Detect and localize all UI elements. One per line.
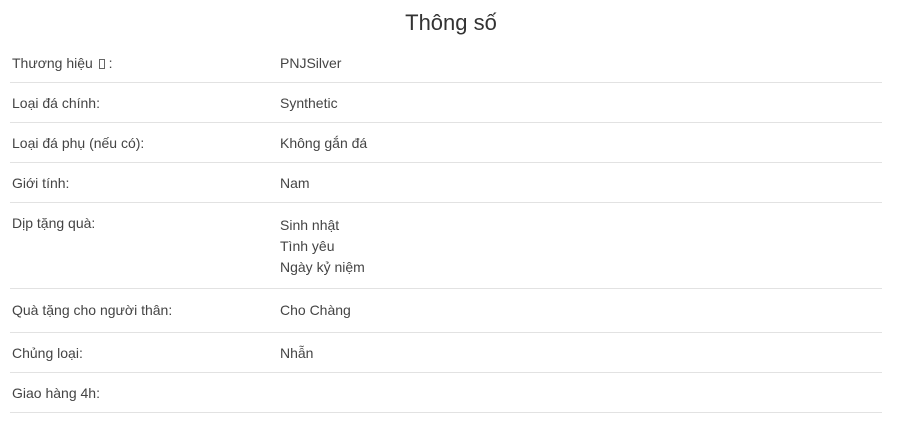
- occasion-item: Ngày kỷ niệm: [280, 259, 365, 275]
- spec-label-gift-for: Quà tặng cho người thân:: [12, 302, 173, 318]
- page-title: Thông số: [405, 10, 497, 35]
- spec-label-main-stone: Loại đá chính:: [12, 95, 100, 111]
- spec-row-delivery: Giao hàng 4h:: [10, 373, 882, 413]
- spec-label-occasion: Dịp tặng quà:: [12, 215, 96, 231]
- spec-value-brand: PNJSilver: [280, 55, 342, 71]
- spec-label-gender: Giới tính:: [12, 175, 70, 191]
- spec-row-gender: Giới tính: Nam: [10, 163, 882, 203]
- spec-value-secondary-stone: Không gắn đá: [280, 135, 368, 151]
- brand-label-text: Thương hiệu: [12, 55, 93, 71]
- spec-row-secondary-stone: Loại đá phụ (nếu có): Không gắn đá: [10, 123, 882, 163]
- spec-table: Thương hiệu : PNJSilver Loại đá chính: S…: [10, 44, 882, 413]
- spec-row-occasion: Dịp tặng quà: Sinh nhật Tình yêu Ngày kỷ…: [10, 203, 882, 289]
- spec-value-category: Nhẫn: [280, 345, 314, 361]
- brand-label-suffix: :: [108, 55, 113, 71]
- spec-label-brand: Thương hiệu :: [10, 53, 280, 82]
- occasion-item: Sinh nhật: [280, 217, 340, 233]
- spec-row-gift-for: Quà tặng cho người thân: Cho Chàng: [10, 289, 882, 333]
- spec-value-occasion: Sinh nhật Tình yêu Ngày kỷ niệm: [280, 213, 882, 288]
- spec-label-delivery: Giao hàng 4h:: [12, 385, 100, 401]
- spec-value-main-stone: Synthetic: [280, 95, 338, 111]
- spec-row-category: Chủng loại: Nhẫn: [10, 333, 882, 373]
- spec-value-delivery: [280, 383, 882, 412]
- info-icon[interactable]: [98, 59, 105, 69]
- spec-row-main-stone: Loại đá chính: Synthetic: [10, 83, 882, 123]
- spec-value-gender: Nam: [280, 175, 310, 191]
- spec-label-category: Chủng loại:: [12, 345, 83, 361]
- occasion-item: Tình yêu: [280, 238, 335, 254]
- spec-row-brand: Thương hiệu : PNJSilver: [10, 44, 882, 83]
- spec-value-gift-for: Cho Chàng: [280, 302, 351, 318]
- spec-label-secondary-stone: Loại đá phụ (nếu có):: [12, 135, 145, 151]
